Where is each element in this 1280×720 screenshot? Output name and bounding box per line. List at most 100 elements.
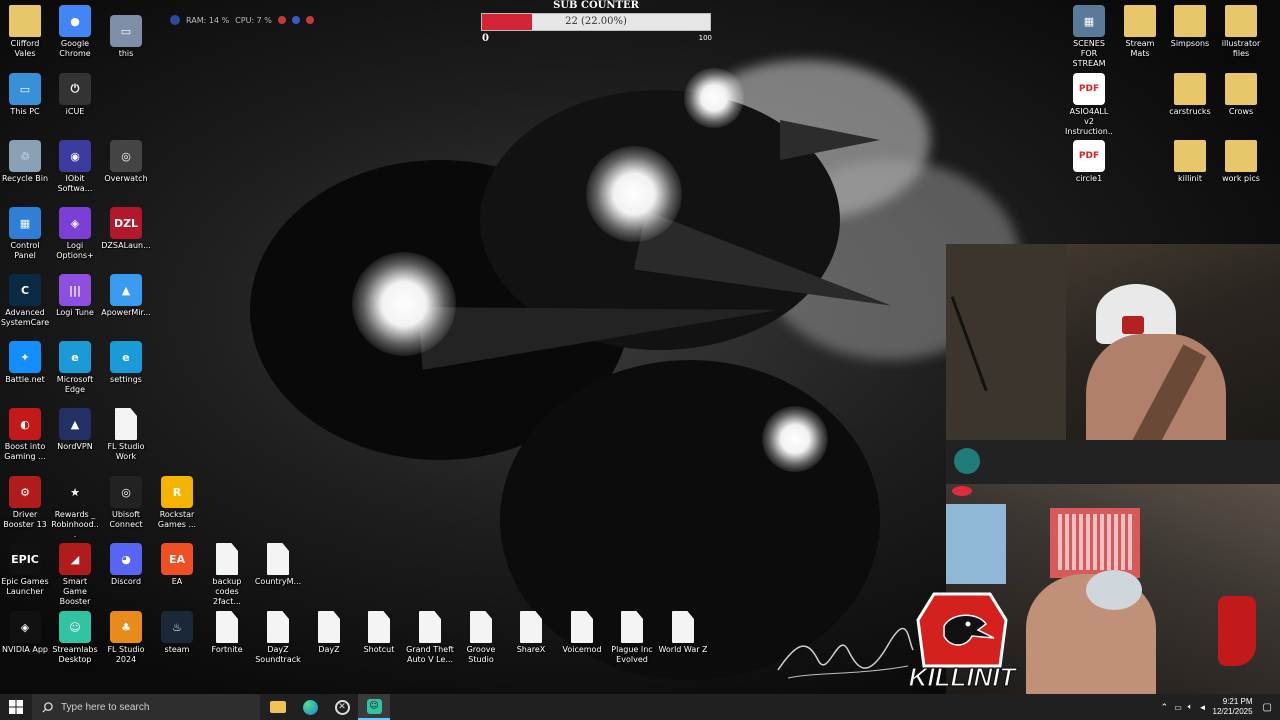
desktop-icon-label: CountryM... [254, 577, 302, 586]
desktop-icon-backupcodes[interactable]: backup codes 2fact... [202, 543, 252, 607]
desktop-icon-label: Grand Theft Auto V Le... [406, 645, 454, 664]
desktop-icon-fortnite[interactable]: Fortnite [202, 611, 252, 655]
desktop-icon-asio[interactable]: PDFASIO4ALL v2 Instruction... [1064, 73, 1114, 147]
desktop-icon-streamlabs[interactable]: ☺ Streamlabs Desktop [50, 611, 100, 665]
desktop-icon-steam[interactable]: ♨ steam [152, 611, 202, 655]
workpics-icon [1225, 140, 1257, 172]
desktop-icon-label: World War Z [658, 645, 708, 654]
desktop-icon-dzsa[interactable]: DZL DZSALaun... [101, 207, 151, 251]
desktop-icon-label: IObit Softwa... [57, 174, 93, 193]
taskbar-search-box[interactable]: Type here to search [32, 694, 260, 720]
desktop-icon-killinit[interactable]: killinit [1165, 140, 1215, 184]
desktop-icon-clifford[interactable]: Clifford Vales [0, 5, 50, 59]
webcam-front-view [946, 244, 1280, 484]
desktop-icon-edge[interactable]: e Microsoft Edge [50, 341, 100, 395]
desktop-icon-circle1[interactable]: PDF circle1 [1064, 140, 1114, 184]
desktop-icon-label: Boost into Gaming ... [4, 442, 46, 461]
desktop-icon-logitune[interactable]: ||| Logi Tune [50, 274, 100, 318]
desktop-icon-label: Smart Game Booster [59, 577, 91, 606]
clock[interactable]: 9:21 PM 12/21/2025 [1213, 697, 1253, 717]
desktop-icon-simpsons[interactable]: Simpsons [1165, 5, 1215, 49]
desktop-icon-flstudio2024[interactable]: ♣ FL Studio 2024 [101, 611, 151, 665]
network-icon[interactable]: ▭ [1174, 703, 1182, 712]
desktop-icon-rewards[interactable]: ★ Rewards _ Robinhood... [50, 476, 100, 540]
notification-icon[interactable]: ▢ [1263, 702, 1272, 713]
desktop-icon-label: Advanced SystemCare [0, 308, 50, 327]
desktop-icon-workpics[interactable]: work pics [1216, 140, 1266, 184]
taskbar-streamlabs[interactable]: ☺ [358, 694, 390, 720]
asio-icon: PDF [1073, 73, 1105, 105]
arrow-icon [291, 16, 300, 24]
desktop-icon-gta[interactable]: Grand Theft Auto V Le... [405, 611, 455, 665]
clock-time: 9:21 PM [1222, 697, 1253, 706]
edge-icon [302, 699, 318, 715]
desktop-icon-chrome[interactable]: ● Google Chrome [50, 5, 100, 59]
desktop-icon-flstudiowork[interactable]: FL Studio Work [101, 408, 151, 462]
crow-eye-glow [684, 68, 744, 128]
desktop-icon-worldwarz[interactable]: World War Z [658, 611, 708, 655]
desktop-icon-label: work pics [1222, 174, 1260, 183]
crow-eye-glow [352, 252, 456, 356]
svg-text:KILLINIT: KILLINIT [909, 662, 1018, 692]
desktop-icon-countrym[interactable]: CountryM... [253, 543, 303, 587]
desktop-icon-label: carstrucks [1169, 107, 1211, 116]
taskbar-file-explorer[interactable] [262, 694, 294, 720]
search-placeholder: Type here to search [61, 701, 150, 713]
desktop-icon-ea[interactable]: EA EA [152, 543, 202, 587]
shotcut-icon [368, 611, 390, 643]
desktop-icon-driverbooster[interactable]: ⚙ Driver Booster 13 [0, 476, 50, 530]
volume-icon[interactable]: 🔈︎ [1188, 702, 1193, 712]
desktop-icon-epic[interactable]: EPIC Epic Games Launcher [0, 543, 50, 597]
desktop-icon-groove[interactable]: Groove Studio [456, 611, 506, 665]
desktop-icon-label: ApowerMir... [101, 308, 151, 317]
desktop-icon-crows[interactable]: Crows [1216, 73, 1266, 117]
desktop-icon-boostgaming[interactable]: ◐ Boost into Gaming ... [0, 408, 50, 462]
desktop-icon-label: NordVPN [57, 442, 93, 451]
desktop-icon-iobit[interactable]: ◉ IObit Softwa... [50, 140, 100, 194]
nordvpn-icon: ▲ [59, 408, 91, 440]
taskbar-xbox[interactable]: ✕ [326, 694, 358, 720]
desktop-icon-battlenet[interactable]: ✦ Battle.net [0, 341, 50, 385]
desktop-icon-scenes[interactable]: ▦ SCENES FOR STREAM [1064, 5, 1114, 69]
start-button[interactable] [0, 694, 32, 720]
desktop-icon-recycle[interactable]: ♲ Recycle Bin [0, 140, 50, 184]
backupcodes-icon [216, 543, 238, 575]
desktop-icon-smartgame[interactable]: ◢ Smart Game Booster [50, 543, 100, 607]
desktop-icon-discord[interactable]: ◕ Discord [101, 543, 151, 587]
crows-icon [1225, 73, 1257, 105]
desktop-icon-ubisoft[interactable]: ◎ Ubisoft Connect [101, 476, 151, 530]
desktop-icon-nvidia[interactable]: ◈ NVIDIA App [0, 611, 50, 655]
chevron-up-icon[interactable]: ⌃ [1161, 702, 1169, 713]
xbox-icon: ✕ [334, 699, 350, 715]
recycle-icon: ♲ [9, 140, 41, 172]
speaker-icon[interactable]: ◄ [1199, 703, 1207, 712]
desktop-icon-apowermirror[interactable]: ▲ ApowerMir... [101, 274, 151, 318]
desktop-icon-streammats[interactable]: Stream Mats [1115, 5, 1165, 59]
epic-icon: EPIC [9, 543, 41, 575]
desktop-icon-nordvpn[interactable]: ▲ NordVPN [50, 408, 100, 452]
desktop-icon-asc[interactable]: C Advanced SystemCare [0, 274, 50, 328]
desktop-icon-thispc[interactable]: ▭ This PC [0, 73, 50, 117]
taskbar-edge[interactable] [294, 694, 326, 720]
stocking [1218, 596, 1256, 666]
desktop-icon-dayzsoundtrack[interactable]: DayZ Soundtrack [253, 611, 303, 665]
desktop-icon-sharex[interactable]: ShareX [506, 611, 556, 655]
desktop-icon-this[interactable]: ▭ this [101, 15, 151, 59]
desktop-icon-shotcut[interactable]: Shotcut [354, 611, 404, 655]
streamlabs-icon: ☺ [366, 698, 382, 714]
apowermirror-icon: ▲ [110, 274, 142, 306]
desktop-icon-dayz[interactable]: DayZ [304, 611, 354, 655]
discord-icon: ◕ [110, 543, 142, 575]
desktop-icon-icue[interactable]: ⏻ iCUE [50, 73, 100, 117]
desktop-icon-overwatch[interactable]: ◎ Overwatch [101, 140, 151, 184]
desktop-icon-label: iCUE [65, 107, 85, 116]
desktop-icon-controlpanel[interactable]: ▦ Control Panel [0, 207, 50, 261]
desktop-icon-carstrucks[interactable]: carstrucks [1165, 73, 1215, 117]
desktop-icon-logioptions[interactable]: ◈ Logi Options+ [50, 207, 100, 261]
desktop-icon-illustrator[interactable]: illustrator files [1216, 5, 1266, 59]
desktop-icon-voicemod[interactable]: Voicemod [557, 611, 607, 655]
desktop-icon-rockstar[interactable]: R Rockstar Games ... [152, 476, 202, 530]
desktop-icon-plague[interactable]: Plague Inc Evolved [607, 611, 657, 665]
gta-icon [419, 611, 441, 643]
desktop-icon-settings[interactable]: e settings [101, 341, 151, 385]
